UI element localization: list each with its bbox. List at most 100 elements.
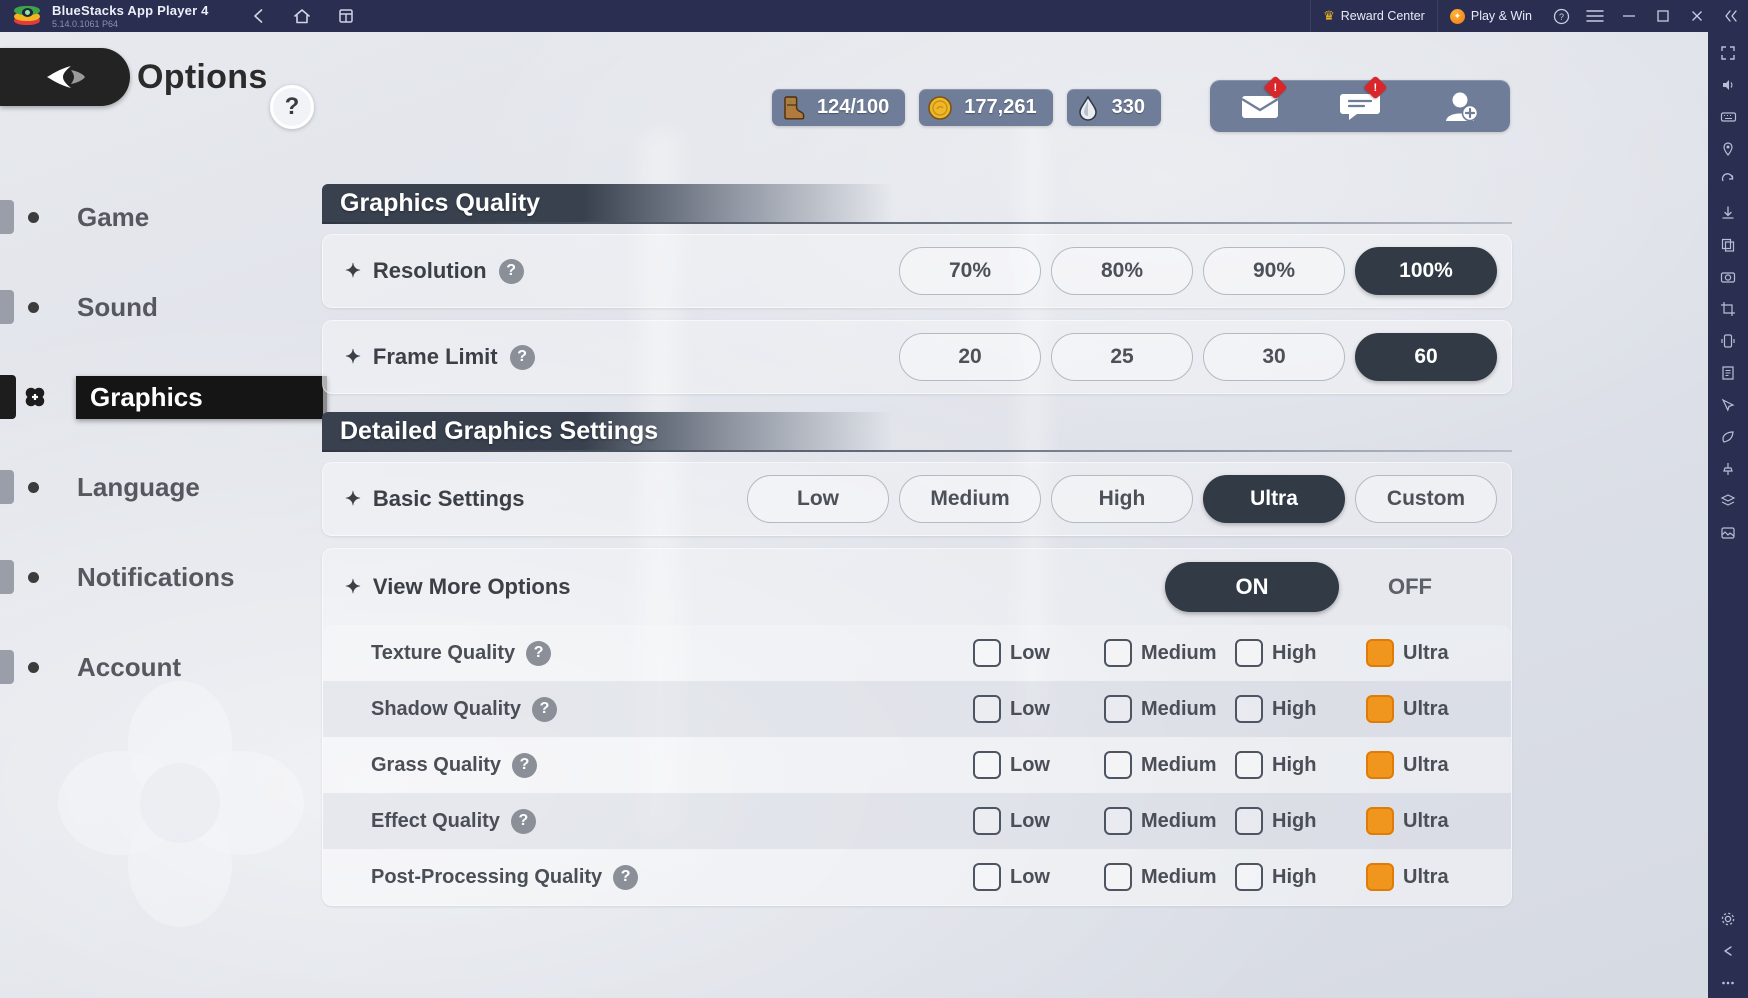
- eco-mode-icon[interactable]: [1711, 422, 1745, 452]
- texture-quality-medium[interactable]: Medium: [1104, 639, 1235, 667]
- shadow-quality-ultra[interactable]: Ultra: [1366, 695, 1497, 723]
- effect-quality-help-icon[interactable]: ?: [510, 808, 536, 834]
- frame-limit-option-25[interactable]: 25: [1051, 333, 1193, 381]
- location-icon[interactable]: [1711, 134, 1745, 164]
- checkbox[interactable]: [1235, 639, 1263, 667]
- checkbox[interactable]: [973, 751, 1001, 779]
- multi-instance-icon[interactable]: [335, 5, 357, 27]
- maximize-icon[interactable]: [1646, 0, 1680, 32]
- frame-limit-help-icon[interactable]: ?: [509, 344, 535, 370]
- script-icon[interactable]: [1711, 358, 1745, 388]
- grass-quality-ultra[interactable]: Ultra: [1366, 751, 1497, 779]
- shadow-quality-high[interactable]: High: [1235, 695, 1366, 723]
- macro-icon[interactable]: [1711, 390, 1745, 420]
- checkbox-checked[interactable]: [1366, 695, 1394, 723]
- effect-quality-ultra[interactable]: Ultra: [1366, 807, 1497, 835]
- settings-gear-icon[interactable]: [1711, 904, 1745, 934]
- texture-quality-ultra[interactable]: Ultra: [1366, 639, 1497, 667]
- resolution-help-icon[interactable]: ?: [498, 258, 524, 284]
- fullscreen-icon[interactable]: [1711, 38, 1745, 68]
- play-and-win-button[interactable]: ✦ Play & Win: [1436, 0, 1544, 32]
- effect-quality-low[interactable]: Low: [973, 807, 1104, 835]
- add-friend-button[interactable]: [1437, 86, 1483, 126]
- sidebar-item-sound[interactable]: Sound: [0, 262, 310, 352]
- texture-quality-high[interactable]: High: [1235, 639, 1366, 667]
- checkbox-checked[interactable]: [1366, 751, 1394, 779]
- sidebar-item-graphics[interactable]: Graphics: [0, 352, 327, 442]
- close-icon[interactable]: [1680, 0, 1714, 32]
- resolution-option-80[interactable]: 80%: [1051, 247, 1193, 295]
- post-processing-quality-help-icon[interactable]: ?: [613, 864, 639, 890]
- checkbox[interactable]: [1104, 807, 1132, 835]
- pin-icon[interactable]: [1711, 454, 1745, 484]
- grass-quality-help-icon[interactable]: ?: [512, 752, 538, 778]
- checkbox-checked[interactable]: [1366, 639, 1394, 667]
- currency-gold[interactable]: 177,261: [919, 89, 1053, 126]
- checkbox[interactable]: [1235, 751, 1263, 779]
- checkbox[interactable]: [1235, 807, 1263, 835]
- resolution-option-90[interactable]: 90%: [1203, 247, 1345, 295]
- effect-quality-high[interactable]: High: [1235, 807, 1366, 835]
- chat-button[interactable]: !: [1337, 75, 1388, 126]
- hamburger-icon[interactable]: [1578, 0, 1612, 32]
- effect-quality-medium[interactable]: Medium: [1104, 807, 1235, 835]
- copy-icon[interactable]: [1711, 230, 1745, 260]
- basic-option-low[interactable]: Low: [747, 475, 889, 523]
- back-arrow-icon[interactable]: [1711, 936, 1745, 966]
- basic-option-custom[interactable]: Custom: [1355, 475, 1497, 523]
- back-button[interactable]: [0, 48, 130, 106]
- shake-icon[interactable]: [1711, 326, 1745, 356]
- shadow-quality-medium[interactable]: Medium: [1104, 695, 1235, 723]
- checkbox[interactable]: [1104, 695, 1132, 723]
- media-manager-icon[interactable]: [1711, 518, 1745, 548]
- checkbox[interactable]: [973, 695, 1001, 723]
- screenshot-icon[interactable]: [1711, 262, 1745, 292]
- crop-screenshot-icon[interactable]: [1711, 294, 1745, 324]
- sidebar-item-notifications[interactable]: Notifications: [0, 532, 310, 622]
- frame-limit-option-20[interactable]: 20: [899, 333, 1041, 381]
- texture-quality-low[interactable]: Low: [973, 639, 1104, 667]
- sidebar-item-language[interactable]: Language: [0, 442, 310, 532]
- volume-icon[interactable]: [1711, 70, 1745, 100]
- checkbox[interactable]: [973, 807, 1001, 835]
- checkbox[interactable]: [973, 639, 1001, 667]
- post-processing-quality-ultra[interactable]: Ultra: [1366, 863, 1497, 891]
- double-chevron-left-icon[interactable]: [1714, 0, 1748, 32]
- checkbox-checked[interactable]: [1366, 863, 1394, 891]
- page-help-button[interactable]: ?: [270, 85, 314, 129]
- arrow-left-icon[interactable]: [247, 5, 269, 27]
- texture-quality-help-icon[interactable]: ?: [526, 640, 552, 666]
- post-processing-quality-medium[interactable]: Medium: [1104, 863, 1235, 891]
- view-more-toggle-off[interactable]: OFF: [1323, 562, 1497, 612]
- checkbox[interactable]: [1104, 863, 1132, 891]
- shadow-quality-low[interactable]: Low: [973, 695, 1104, 723]
- sidebar-item-game[interactable]: Game: [0, 172, 310, 262]
- post-processing-quality-low[interactable]: Low: [973, 863, 1104, 891]
- checkbox-checked[interactable]: [1366, 807, 1394, 835]
- checkbox[interactable]: [1235, 695, 1263, 723]
- home-icon[interactable]: [291, 5, 313, 27]
- currency-drop[interactable]: 330: [1066, 89, 1161, 126]
- help-circle-icon[interactable]: ?: [1544, 0, 1578, 32]
- checkbox[interactable]: [1235, 863, 1263, 891]
- resolution-option-70[interactable]: 70%: [899, 247, 1041, 295]
- checkbox[interactable]: [1104, 639, 1132, 667]
- reward-center-button[interactable]: ♛ Reward Center: [1310, 0, 1437, 32]
- currency-stamina[interactable]: 124/100: [772, 89, 906, 126]
- grass-quality-medium[interactable]: Medium: [1104, 751, 1235, 779]
- shadow-quality-help-icon[interactable]: ?: [532, 696, 558, 722]
- resolution-option-100[interactable]: 100%: [1355, 247, 1497, 295]
- view-more-toggle-on[interactable]: ON: [1165, 562, 1339, 612]
- checkbox[interactable]: [973, 863, 1001, 891]
- more-dots-icon[interactable]: [1711, 968, 1745, 998]
- keyboard-icon[interactable]: [1711, 102, 1745, 132]
- frame-limit-option-30[interactable]: 30: [1203, 333, 1345, 381]
- grass-quality-low[interactable]: Low: [973, 751, 1104, 779]
- checkbox[interactable]: [1104, 751, 1132, 779]
- frame-limit-option-60[interactable]: 60: [1355, 333, 1497, 381]
- sidebar-item-account[interactable]: Account: [0, 622, 310, 712]
- basic-option-medium[interactable]: Medium: [899, 475, 1041, 523]
- grass-quality-high[interactable]: High: [1235, 751, 1366, 779]
- post-processing-quality-high[interactable]: High: [1235, 863, 1366, 891]
- layers-icon[interactable]: [1711, 486, 1745, 516]
